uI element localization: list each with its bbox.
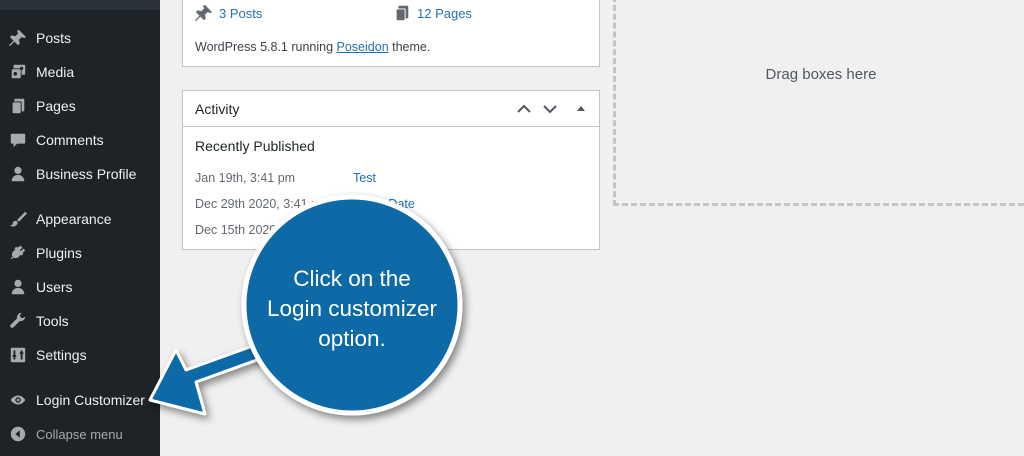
activity-date: Jan 19th, 3:41 pm: [195, 171, 296, 185]
users-icon: [8, 277, 28, 297]
sidebar-item-label: Posts: [36, 30, 72, 46]
activity-row: Dec 15th 2020: [195, 223, 585, 241]
activity-date: Dec 15th 2020: [195, 223, 277, 237]
sidebar-item-tools[interactable]: Tools: [0, 304, 160, 338]
eye-icon: [8, 390, 28, 410]
recently-published-heading: Recently Published: [195, 138, 315, 154]
theme-link[interactable]: Poseidon: [337, 40, 389, 54]
collapse-menu-button[interactable]: Collapse menu: [0, 417, 160, 451]
posts-count-link[interactable]: 3 Posts: [195, 4, 262, 22]
posts-count: 3 Posts: [219, 5, 263, 21]
pushpin-icon: [195, 4, 213, 22]
sidebar-top-strip: [0, 0, 160, 10]
collapse-arrow-icon: [8, 424, 28, 444]
callout-text: Click on the Login customizer option.: [250, 264, 454, 354]
sidebar-item-media[interactable]: Media: [0, 55, 160, 89]
sidebar-item-label: Comments: [36, 132, 104, 148]
at-a-glance-panel: 3 Posts 12 Pages WordPress 5.8.1 running…: [182, 0, 600, 67]
sidebar-item-settings[interactable]: Settings: [0, 338, 160, 372]
toggle-panel-button[interactable]: [571, 99, 591, 119]
pages-icon: [395, 5, 409, 22]
chevron-down-icon: [543, 105, 557, 114]
pages-count-link[interactable]: 12 Pages: [393, 4, 472, 22]
sidebar-item-label: Media: [36, 64, 75, 80]
callout-line: Login customizer: [266, 296, 438, 321]
sidebar-item-label: Users: [36, 279, 73, 295]
sidebar-item-pages[interactable]: Pages: [0, 89, 160, 123]
pages-icon: [8, 96, 28, 116]
pages-count: 12 Pages: [417, 5, 472, 21]
triangle-up-icon: [577, 106, 585, 111]
activity-row: Dec 29th 2020, 3:41 pm Event Date: [195, 197, 585, 215]
media-icon: [8, 62, 28, 82]
wrench-icon: [8, 311, 28, 331]
chevron-up-icon: [517, 104, 531, 113]
comment-icon: [8, 130, 28, 150]
plugin-icon: [8, 243, 28, 263]
callout-arrow: [148, 342, 270, 416]
activity-title: Activity: [195, 101, 240, 117]
move-up-button[interactable]: [514, 99, 534, 119]
wp-version-suffix: theme.: [388, 40, 431, 54]
sidebar-item-login-customizer[interactable]: Login Customizer: [0, 383, 160, 417]
collapse-menu-label: Collapse menu: [36, 426, 123, 442]
sidebar-item-label: Pages: [36, 98, 76, 114]
sidebar-item-label: Business Profile: [36, 166, 137, 182]
paintbrush-icon: [8, 209, 28, 229]
activity-header: Activity: [183, 91, 599, 127]
sidebar-item-label: Login Customizer: [36, 392, 145, 408]
activity-post-link[interactable]: Event Date: [353, 197, 415, 211]
callout-line: Click on the: [293, 266, 411, 291]
sidebar-item-plugins[interactable]: Plugins: [0, 236, 160, 270]
drag-boxes-dropzone[interactable]: Drag boxes here: [613, 0, 1024, 206]
sidebar-item-label: Settings: [36, 347, 87, 363]
sidebar-item-comments[interactable]: Comments: [0, 123, 160, 157]
dropzone-text: Drag boxes here: [765, 66, 877, 83]
sidebar-item-users[interactable]: Users: [0, 270, 160, 304]
pushpin-icon: [8, 28, 28, 48]
user-icon: [8, 164, 28, 184]
callout-line: option.: [318, 326, 386, 351]
sidebar-item-business-profile[interactable]: Business Profile: [0, 157, 160, 191]
activity-post-link[interactable]: Test: [353, 171, 376, 185]
sidebar-item-label: Plugins: [36, 245, 82, 261]
sidebar-item-appearance[interactable]: Appearance: [0, 202, 160, 236]
wp-version-prefix: WordPress 5.8.1 running: [195, 40, 337, 54]
sidebar-item-posts[interactable]: Posts: [0, 21, 160, 55]
wp-version-text: WordPress 5.8.1 running Poseidon theme.: [195, 40, 430, 54]
admin-sidebar: Posts Media Pages Comments Business Prof…: [0, 0, 160, 456]
sidebar-item-label: Tools: [36, 313, 69, 329]
sidebar-item-label: Appearance: [36, 211, 112, 227]
move-down-button[interactable]: [540, 99, 560, 119]
activity-row: Jan 19th, 3:41 pm Test: [195, 171, 585, 189]
settings-icon: [8, 345, 28, 365]
activity-date: Dec 29th 2020, 3:41 pm: [195, 197, 329, 211]
activity-panel: Activity Recently Published Jan 19th, 3:…: [182, 90, 600, 250]
